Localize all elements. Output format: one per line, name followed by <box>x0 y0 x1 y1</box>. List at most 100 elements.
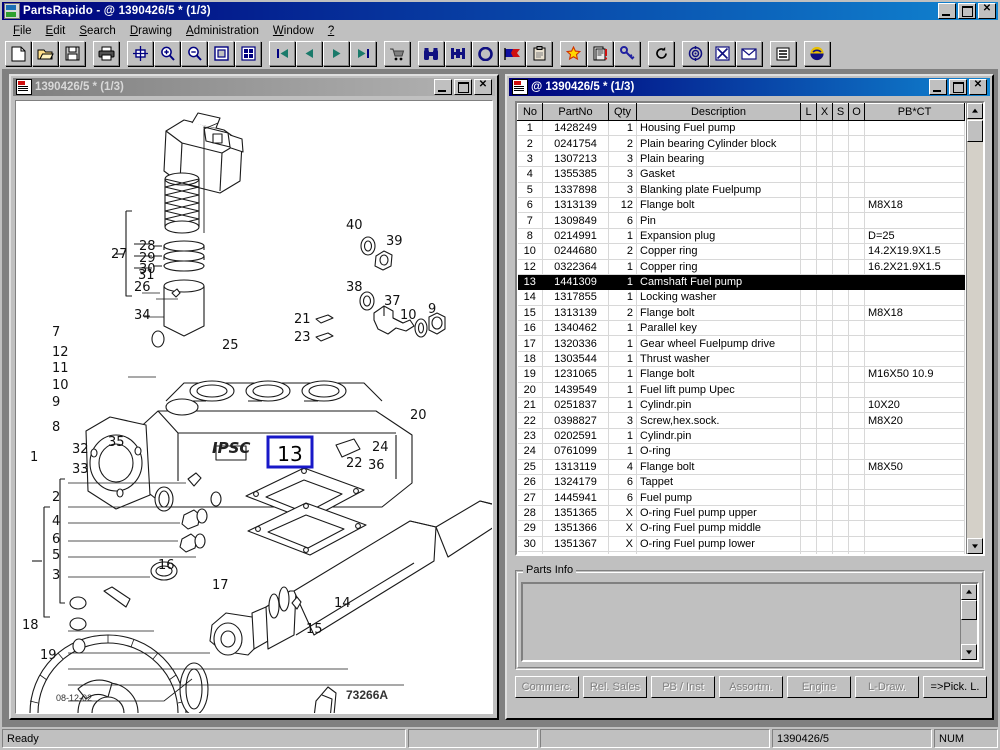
col-s[interactable]: S <box>833 104 849 121</box>
notes-alert-icon[interactable] <box>587 41 613 66</box>
parts-list-window[interactable]: @ 1390426/5 * (1/3) ✕ No <box>505 74 994 720</box>
zoom-window-icon[interactable] <box>208 41 234 66</box>
next-page-icon[interactable] <box>323 41 349 66</box>
save-disk-icon[interactable] <box>59 41 85 66</box>
minimize-button[interactable] <box>938 3 956 19</box>
mail-icon[interactable] <box>736 41 762 66</box>
table-row[interactable]: 313072133Plain bearing <box>518 151 965 166</box>
table-row[interactable]: 114282491Housing Fuel pump <box>518 121 965 136</box>
table-row[interactable]: 1713203361Gear wheel Fuelpump drive <box>518 336 965 351</box>
table-row[interactable]: 281351365XO-ring Fuel pump upper <box>518 505 965 520</box>
menu-window[interactable]: Window <box>266 23 321 39</box>
zoom-in-icon[interactable] <box>154 41 180 66</box>
shopping-cart-icon[interactable] <box>384 41 410 66</box>
scroll-track[interactable] <box>967 119 983 538</box>
list-minimize-button[interactable] <box>929 79 947 95</box>
list-window-titlebar[interactable]: @ 1390426/5 * (1/3) ✕ <box>509 78 990 96</box>
table-row[interactable]: 1314413091Camshaft Fuel pump <box>518 274 965 289</box>
col-description[interactable]: Description <box>637 104 801 121</box>
scroll-thumb[interactable] <box>967 120 983 142</box>
col-no[interactable]: No <box>518 104 543 121</box>
clipboard-icon[interactable] <box>526 41 552 66</box>
parts-info-scrollbar[interactable] <box>960 584 977 660</box>
parts-info-scroll-thumb[interactable] <box>961 600 977 620</box>
parts-grid[interactable]: No PartNo Qty Description L X S O PB*CT … <box>515 101 985 556</box>
table-row[interactable]: 202417542Plain bearing Cylinder block <box>518 136 965 151</box>
menu-file[interactable]: File <box>6 23 39 39</box>
table-row[interactable]: 31134520712Screw,hex.sock. <box>518 551 965 556</box>
table-row[interactable]: 413553853Gasket <box>518 167 965 182</box>
list-icon[interactable] <box>770 41 796 66</box>
table-row[interactable]: 1912310651Flange boltM16X50 10.9 <box>518 367 965 382</box>
favorites-star-icon[interactable] <box>560 41 586 66</box>
menu-edit[interactable]: Edit <box>39 23 73 39</box>
table-row[interactable]: 1813035441Thrust washer <box>518 351 965 366</box>
list-close-button[interactable]: ✕ <box>969 79 987 95</box>
thumbnails-icon[interactable] <box>235 41 261 66</box>
expand-icon[interactable] <box>709 41 735 66</box>
previous-page-icon[interactable] <box>296 41 322 66</box>
drawing-canvas[interactable]: IPSC <box>15 100 493 714</box>
table-row[interactable]: 2102518371Cylindr.pin10X20 <box>518 398 965 413</box>
key-icon[interactable] <box>614 41 640 66</box>
drawing-window[interactable]: 1390426/5 * (1/3) ✕ <box>9 74 499 720</box>
col-partno[interactable]: PartNo <box>543 104 609 121</box>
compare-parts-icon[interactable] <box>445 41 471 66</box>
cell-qty: X <box>609 536 637 551</box>
table-row[interactable]: 2407610991O-ring <box>518 444 965 459</box>
col-qty[interactable]: Qty <box>609 104 637 121</box>
table-row[interactable]: 713098496Pin <box>518 213 965 228</box>
last-page-icon[interactable] <box>350 41 376 66</box>
menu-drawing[interactable]: Drawing <box>123 23 179 39</box>
parts-info-scroll-down-button[interactable] <box>961 644 977 660</box>
menu-help[interactable]: ? <box>321 23 341 39</box>
parts-info-scroll-up-button[interactable] <box>961 584 977 600</box>
help-globe-icon[interactable] <box>804 41 830 66</box>
grid-vertical-scrollbar[interactable] <box>966 103 983 554</box>
table-row[interactable]: 513378983Blanking plate Fuelpump <box>518 182 965 197</box>
drawing-close-button[interactable]: ✕ <box>474 79 492 95</box>
table-row[interactable]: 2513131194Flange boltM8X50 <box>518 459 965 474</box>
maximize-button[interactable] <box>958 3 976 19</box>
pick-list-button[interactable]: =>Pick. L. <box>923 676 987 698</box>
scroll-down-button[interactable] <box>967 538 983 554</box>
zoom-out-icon[interactable] <box>181 41 207 66</box>
table-row[interactable]: 291351366XO-ring Fuel pump middle <box>518 521 965 536</box>
new-document-icon[interactable] <box>5 41 31 66</box>
table-row[interactable]: 802149911Expansion plugD=25 <box>518 228 965 243</box>
table-row[interactable]: 2014395491Fuel lift pump Upec <box>518 382 965 397</box>
col-o[interactable]: O <box>849 104 865 121</box>
menu-search[interactable]: Search <box>72 23 122 39</box>
table-row[interactable]: 6131313912Flange boltM8X18 <box>518 197 965 212</box>
table-row[interactable]: 2714459416Fuel pump <box>518 490 965 505</box>
table-row[interactable]: 2302025911Cylindr.pin <box>518 428 965 443</box>
refresh-icon[interactable] <box>648 41 674 66</box>
col-pbct[interactable]: PB*CT <box>865 104 965 121</box>
table-row[interactable]: 2613241796Tappet <box>518 474 965 489</box>
list-maximize-button[interactable] <box>949 79 967 95</box>
o-ring-icon[interactable] <box>472 41 498 66</box>
flag-icon[interactable] <box>499 41 525 66</box>
table-row[interactable]: 1613404621Parallel key <box>518 321 965 336</box>
target-icon[interactable] <box>682 41 708 66</box>
table-row[interactable]: 1002446802Copper ring14.2X19.9X1.5 <box>518 244 965 259</box>
fit-page-icon[interactable] <box>127 41 153 66</box>
col-x[interactable]: X <box>817 104 833 121</box>
table-row[interactable]: 301351367XO-ring Fuel pump lower <box>518 536 965 551</box>
table-row[interactable]: 1513131392Flange boltM8X18 <box>518 305 965 320</box>
parts-info-textarea[interactable] <box>521 582 979 662</box>
close-button[interactable]: ✕ <box>978 3 996 19</box>
col-l[interactable]: L <box>801 104 817 121</box>
table-row[interactable]: 2203988273Screw,hex.sock.M8X20 <box>518 413 965 428</box>
first-page-icon[interactable] <box>269 41 295 66</box>
drawing-maximize-button[interactable] <box>454 79 472 95</box>
menu-administration[interactable]: Administration <box>179 23 266 39</box>
scroll-up-button[interactable] <box>967 103 983 119</box>
binoculars-search-icon[interactable] <box>418 41 444 66</box>
print-icon[interactable] <box>93 41 119 66</box>
open-folder-icon[interactable] <box>32 41 58 66</box>
drawing-minimize-button[interactable] <box>434 79 452 95</box>
table-row[interactable]: 1203223641Copper ring16.2X21.9X1.5 <box>518 259 965 274</box>
table-row[interactable]: 1413178551Locking washer <box>518 290 965 305</box>
drawing-window-titlebar[interactable]: 1390426/5 * (1/3) ✕ <box>13 78 495 96</box>
